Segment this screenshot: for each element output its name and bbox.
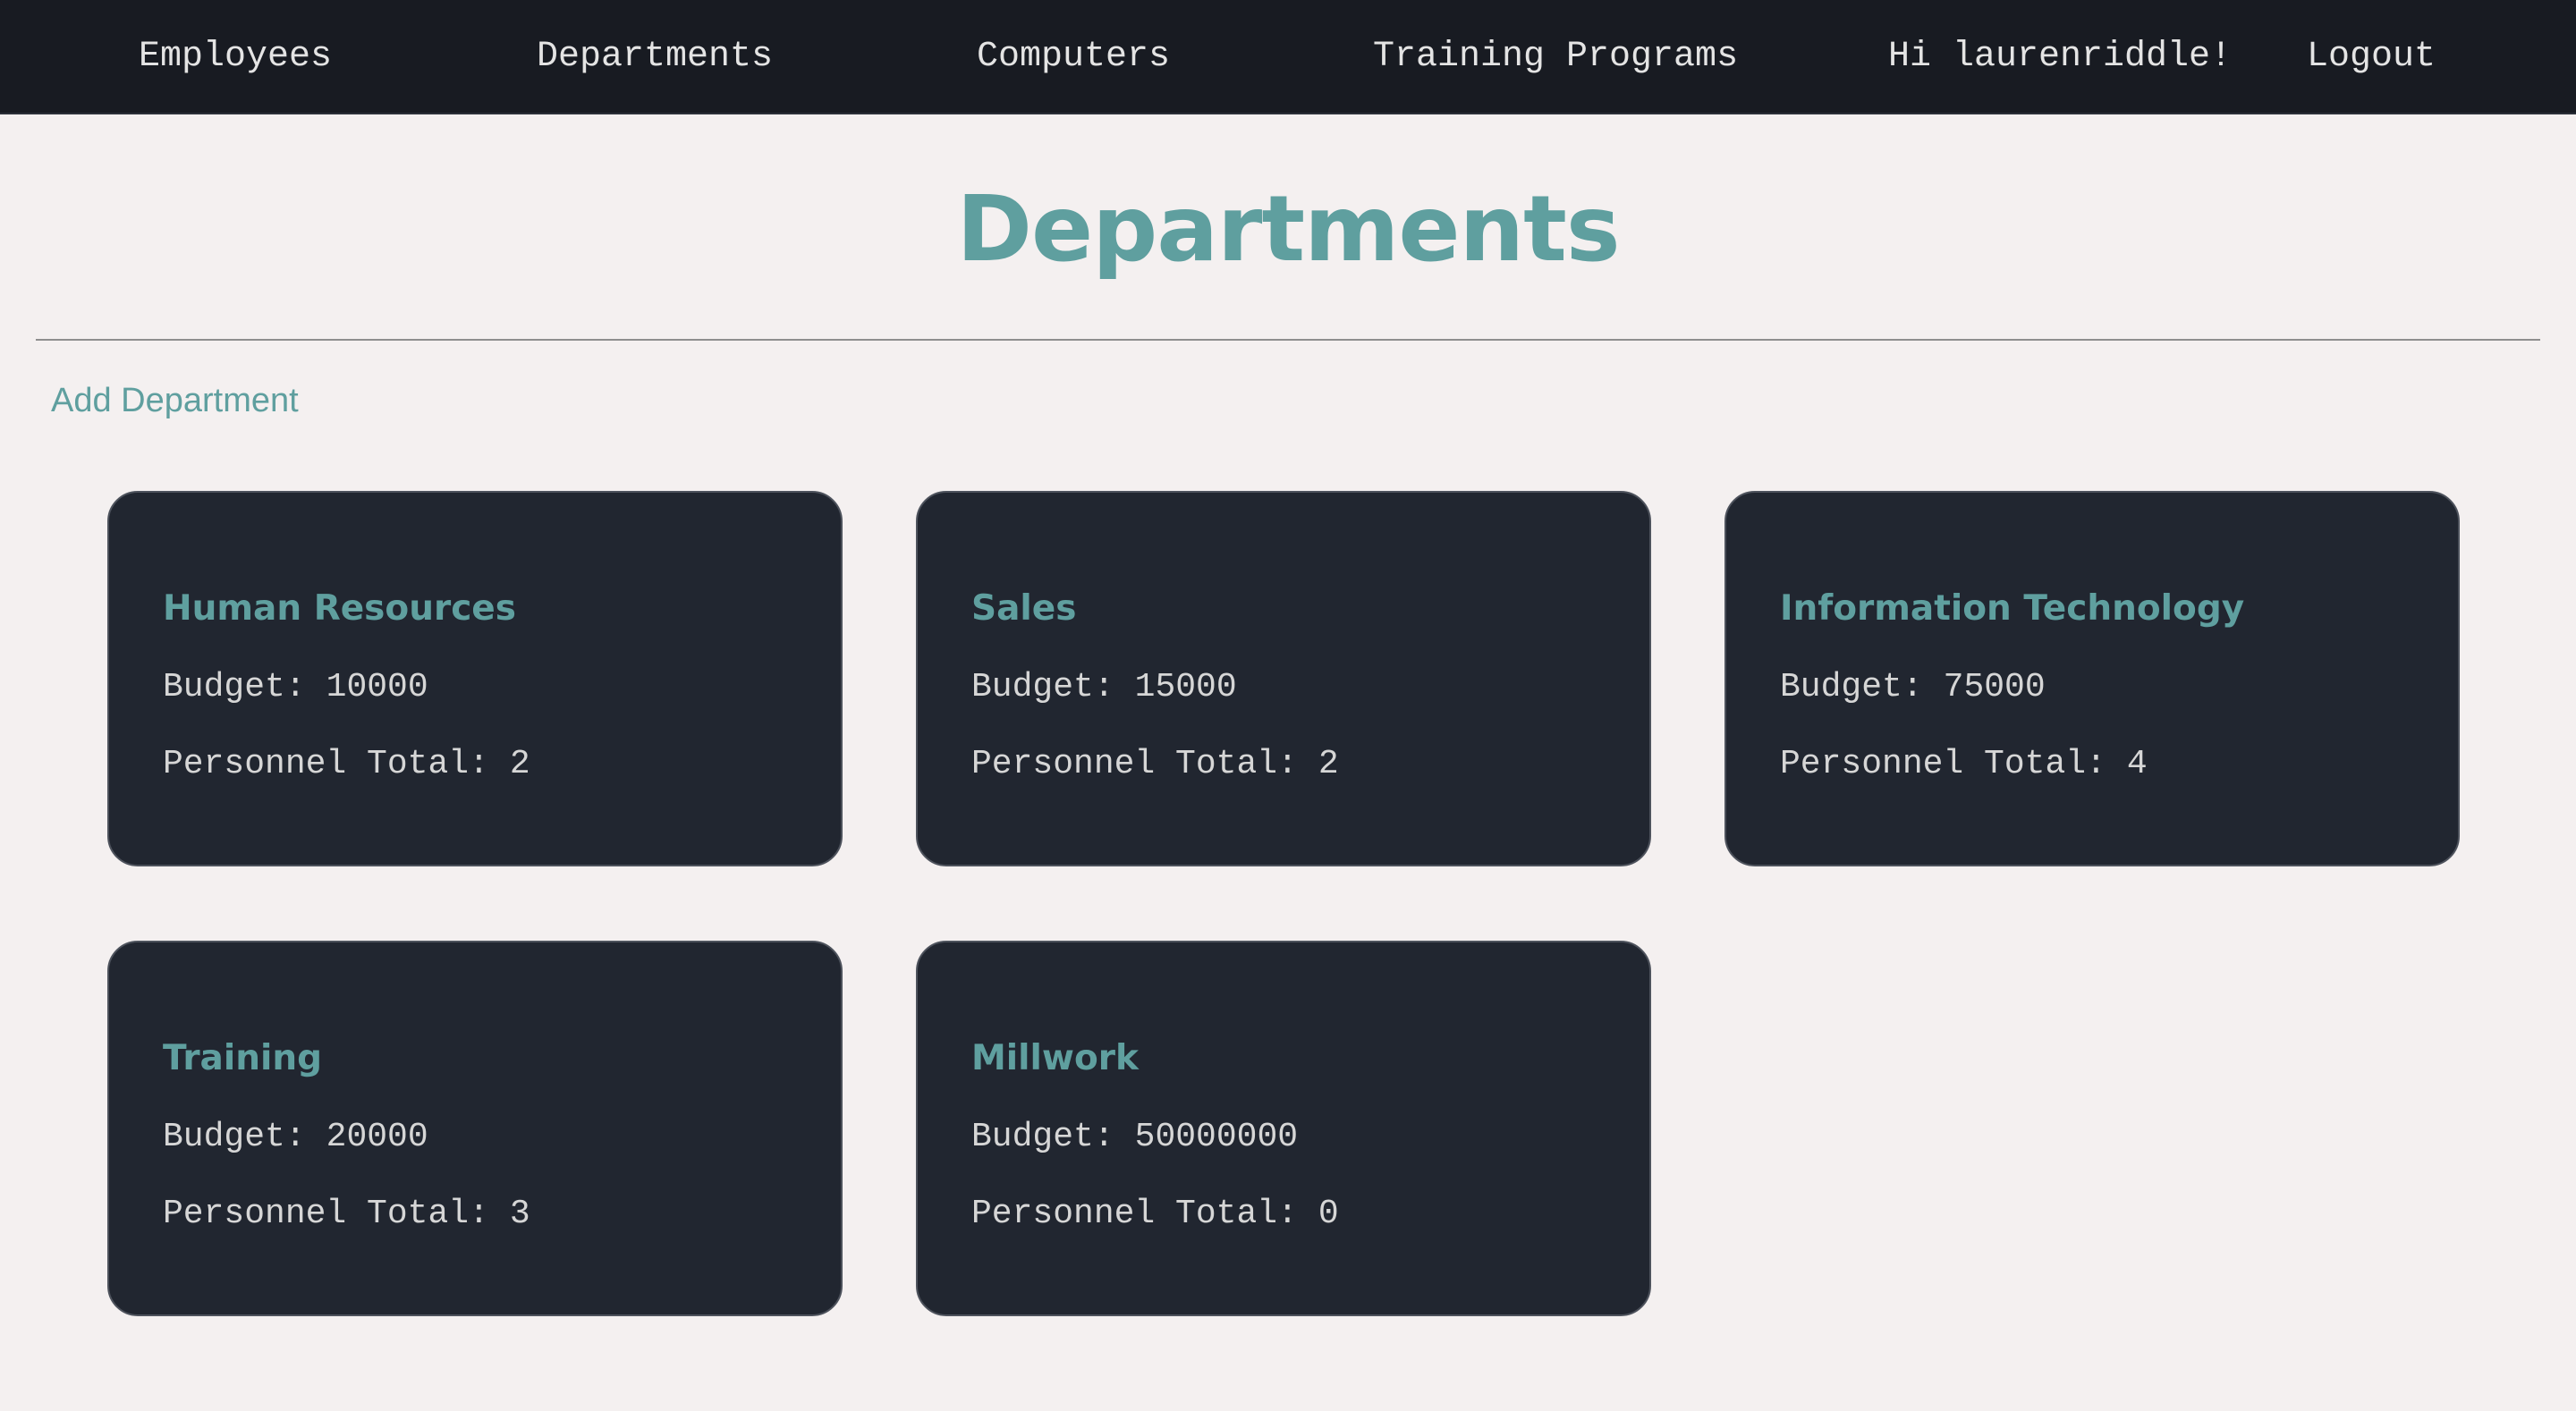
personnel-label: Personnel Total: <box>1780 745 2106 783</box>
budget-value: 20000 <box>326 1118 428 1156</box>
personnel-value: 3 <box>509 1195 530 1233</box>
department-personnel: Personnel Total: 0 <box>971 1189 1339 1239</box>
department-name[interactable]: Training <box>163 1032 322 1086</box>
user-greeting: Hi laurenriddle! <box>1888 37 2233 77</box>
personnel-value: 0 <box>1318 1195 1339 1233</box>
department-budget: Budget: 20000 <box>163 1112 428 1162</box>
department-name[interactable]: Information Technology <box>1780 582 2244 636</box>
department-budget: Budget: 75000 <box>1780 663 2046 713</box>
department-name[interactable]: Human Resources <box>163 582 516 636</box>
nav-departments-link[interactable]: Departments <box>537 0 773 114</box>
personnel-value: 2 <box>1318 745 1339 783</box>
logout-link[interactable]: Logout <box>2307 0 2436 114</box>
budget-label: Budget: <box>971 1118 1114 1156</box>
department-card: Training Budget: 20000 Personnel Total: 3 <box>107 941 843 1316</box>
department-personnel: Personnel Total: 4 <box>1780 739 2148 790</box>
department-budget: Budget: 10000 <box>163 663 428 713</box>
page-title: Departments <box>956 176 1620 283</box>
nav-employees-link[interactable]: Employees <box>139 0 332 114</box>
budget-value: 10000 <box>326 668 428 706</box>
department-personnel: Personnel Total: 2 <box>971 739 1339 790</box>
budget-label: Budget: <box>163 1118 306 1156</box>
personnel-label: Personnel Total: <box>971 1195 1298 1233</box>
department-budget: Budget: 15000 <box>971 663 1237 713</box>
budget-label: Budget: <box>1780 668 1923 706</box>
budget-value: 75000 <box>1943 668 2046 706</box>
department-personnel: Personnel Total: 2 <box>163 739 530 790</box>
budget-label: Budget: <box>971 668 1114 706</box>
budget-value: 50000000 <box>1134 1118 1299 1156</box>
personnel-value: 2 <box>509 745 530 783</box>
department-card: Human Resources Budget: 10000 Personnel T… <box>107 491 843 866</box>
department-card: Millwork Budget: 50000000 Personnel Total… <box>916 941 1651 1316</box>
personnel-label: Personnel Total: <box>163 745 489 783</box>
nav-training-programs-link[interactable]: Training Programs <box>1373 0 1738 114</box>
budget-label: Budget: <box>163 668 306 706</box>
department-budget: Budget: 50000000 <box>971 1112 1298 1162</box>
personnel-label: Personnel Total: <box>163 1195 489 1233</box>
department-card: Sales Budget: 15000 Personnel Total: 2 <box>916 491 1651 866</box>
department-personnel: Personnel Total: 3 <box>163 1189 530 1239</box>
top-navbar: Employees Departments Computers Training… <box>0 0 2576 114</box>
department-card: Information Technology Budget: 75000 Pers… <box>1724 491 2460 866</box>
add-department-link[interactable]: Add Department <box>51 376 299 426</box>
personnel-label: Personnel Total: <box>971 745 1298 783</box>
budget-value: 15000 <box>1134 668 1237 706</box>
title-divider <box>36 339 2540 341</box>
personnel-value: 4 <box>2126 745 2148 783</box>
department-name[interactable]: Millwork <box>971 1032 1139 1086</box>
department-name[interactable]: Sales <box>971 582 1076 636</box>
nav-computers-link[interactable]: Computers <box>977 0 1170 114</box>
